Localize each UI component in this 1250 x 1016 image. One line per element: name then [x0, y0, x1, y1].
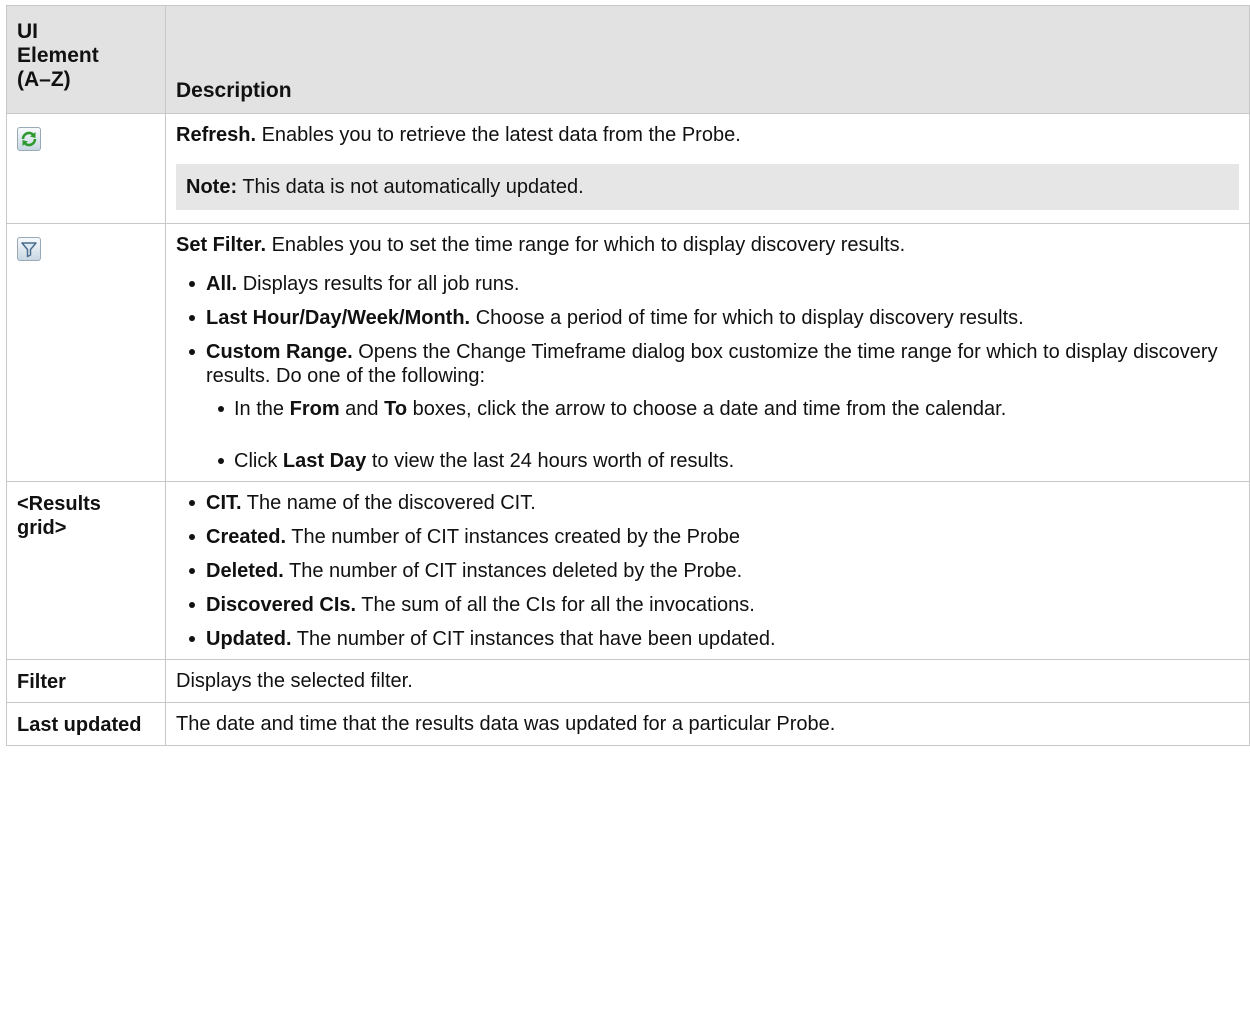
table-row-filter: Filter Displays the selected filter. — [6, 659, 1250, 703]
list-item: Updated. The number of CIT instances tha… — [176, 627, 1239, 651]
filter-description: Displays the selected filter. — [165, 659, 1250, 703]
list-item: Discovered CIs. The sum of all the CIs f… — [176, 593, 1239, 617]
set-filter-text: Enables you to set the time range for wh… — [271, 234, 906, 256]
list-item: Click Last Day to view the last 24 hours… — [206, 449, 1239, 473]
step-text: Click — [234, 450, 278, 472]
results-grid-description: CIT. The name of the discovered CIT. Cre… — [165, 481, 1250, 660]
list-item: Last Hour/Day/Week/Month. Choose a perio… — [176, 306, 1239, 330]
step-bold: From — [289, 398, 340, 420]
table-row-refresh: Refresh. Enables you to retrieve the lat… — [6, 113, 1250, 224]
refresh-title: Refresh. — [176, 124, 257, 146]
list-item: Created. The number of CIT instances cre… — [176, 525, 1239, 549]
set-filter-description: Set Filter. Enables you to set the time … — [165, 223, 1250, 482]
refresh-icon[interactable] — [17, 127, 41, 151]
results-grid-cell: <Results grid> — [6, 481, 166, 660]
list-item: In the From and To boxes, click the arro… — [206, 397, 1239, 421]
option-label: All. — [206, 273, 238, 295]
last-updated-cell: Last updated — [6, 702, 166, 746]
table-header-row: UI Element (A–Z) Description — [6, 5, 1250, 114]
set-filter-cell — [6, 223, 166, 482]
step-text: and — [345, 398, 379, 420]
column-text: The name of the discovered CIT. — [246, 492, 536, 514]
step-text: boxes, click the arrow to choose a date … — [412, 398, 1007, 420]
filter-icon[interactable] — [17, 237, 41, 261]
last-updated-description: The date and time that the results data … — [165, 702, 1250, 746]
note-text: This data is not automatically updated. — [242, 176, 584, 198]
ui-elements-table: UI Element (A–Z) Description Refresh. En… — [6, 5, 1250, 746]
list-item: Custom Range. Opens the Change Timeframe… — [176, 340, 1239, 473]
header-ui-element-line-1: UI — [17, 20, 38, 43]
refresh-text: Enables you to retrieve the latest data … — [261, 124, 741, 146]
column-label: Created. — [206, 526, 287, 548]
table-row-last-updated: Last updated The date and time that the … — [6, 702, 1250, 746]
column-text: The number of CIT instances deleted by t… — [289, 560, 743, 582]
table-row-results-grid: <Results grid> CIT. The name of the disc… — [6, 481, 1250, 660]
refresh-paragraph: Refresh. Enables you to retrieve the lat… — [176, 123, 1239, 147]
results-grid-columns: CIT. The name of the discovered CIT. Cre… — [176, 491, 1239, 651]
step-text: to view the last 24 hours worth of resul… — [371, 450, 735, 472]
refresh-description: Refresh. Enables you to retrieve the lat… — [165, 113, 1250, 224]
column-text: The sum of all the CIs for all the invoc… — [361, 594, 755, 616]
header-ui-element: UI Element (A–Z) — [6, 5, 166, 114]
header-description: Description — [165, 5, 1250, 114]
option-text: Choose a period of time for which to dis… — [475, 307, 1024, 329]
option-text: Opens the Change Timeframe dialog box cu… — [206, 341, 1218, 387]
step-text: In the — [234, 398, 285, 420]
step-bold: Last Day — [282, 450, 367, 472]
column-text: The number of CIT instances created by t… — [291, 526, 740, 548]
list-item: All. Displays results for all job runs. — [176, 272, 1239, 296]
refresh-cell — [6, 113, 166, 224]
custom-range-steps: In the From and To boxes, click the arro… — [206, 397, 1239, 473]
column-label: Discovered CIs. — [206, 594, 357, 616]
set-filter-paragraph: Set Filter. Enables you to set the time … — [176, 233, 1239, 257]
header-ui-element-line-2: Element — [17, 44, 99, 67]
header-ui-element-line-3: (A–Z) — [17, 68, 71, 91]
step-bold: To — [384, 398, 408, 420]
column-label: Deleted. — [206, 560, 284, 582]
column-label: Updated. — [206, 628, 292, 650]
filter-cell: Filter — [6, 659, 166, 703]
list-item: Deleted. The number of CIT instances del… — [176, 559, 1239, 583]
list-item: CIT. The name of the discovered CIT. — [176, 491, 1239, 515]
column-label: CIT. — [206, 492, 242, 514]
set-filter-title: Set Filter. — [176, 234, 267, 256]
option-label: Custom Range. — [206, 341, 353, 363]
set-filter-options: All. Displays results for all job runs. … — [176, 272, 1239, 473]
column-text: The number of CIT instances that have be… — [296, 628, 776, 650]
note-label: Note: — [186, 176, 238, 198]
option-label: Last Hour/Day/Week/Month. — [206, 307, 471, 329]
option-text: Displays results for all job runs. — [242, 273, 520, 295]
refresh-note: Note: This data is not automatically upd… — [176, 164, 1239, 210]
table-row-set-filter: Set Filter. Enables you to set the time … — [6, 223, 1250, 482]
